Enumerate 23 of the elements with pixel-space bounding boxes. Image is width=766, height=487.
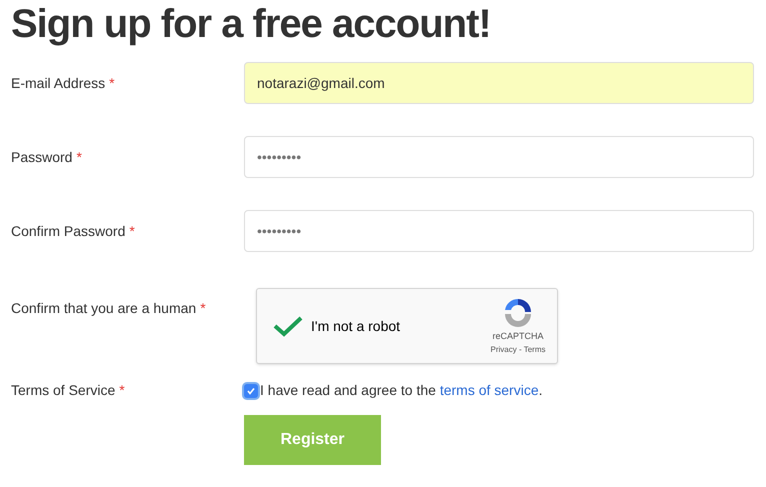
field-label: Confirm Password <box>11 222 126 240</box>
required-asterisk: * <box>76 148 82 166</box>
terms-agreement: I have read and agree to the terms of service. <box>260 381 543 400</box>
checkmark-icon <box>246 386 256 396</box>
input-field[interactable]: ••••••••• <box>244 136 754 178</box>
page-title: Sign up for a free account! <box>10 1 492 46</box>
checkbox[interactable] <box>244 384 258 398</box>
captcha-brand: reCAPTCHA <box>492 330 544 344</box>
required-asterisk: * <box>119 381 125 400</box>
field-label: Confirm that you are a human <box>11 299 196 318</box>
terms-link[interactable]: terms of service <box>440 382 539 398</box>
captcha-label: I'm not a robot <box>311 316 402 336</box>
field-label: Password <box>11 148 72 166</box>
required-asterisk: * <box>109 74 115 92</box>
required-asterisk: * <box>129 222 135 240</box>
input-field[interactable]: ••••••••• <box>244 210 754 252</box>
captcha-logo-icon <box>502 296 534 328</box>
required-asterisk: * <box>200 299 206 318</box>
captcha-widget[interactable]: I'm not a robot reCAPTCHA Privacy - Terms <box>256 288 558 364</box>
field-label: E-mail Address <box>11 74 106 92</box>
input-field[interactable]: notarazi@gmail.com <box>244 62 754 104</box>
captcha-links[interactable]: Privacy - Terms <box>490 344 546 356</box>
field-label: Terms of Service <box>11 381 116 400</box>
